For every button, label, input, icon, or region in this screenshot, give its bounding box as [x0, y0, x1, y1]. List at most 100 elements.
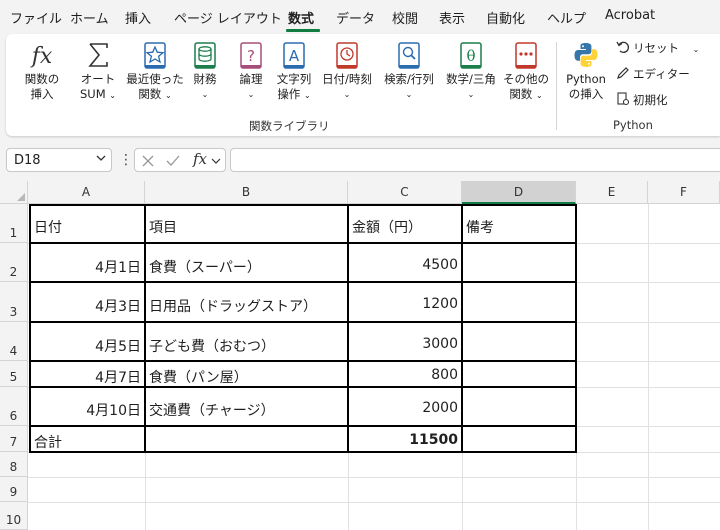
cancel-icon[interactable] [141, 154, 155, 168]
worksheet-grid[interactable]: A B C D E F 1 2 3 4 5 6 7 8 9 10 日付 項目 金… [0, 181, 720, 530]
cell-b3[interactable]: 日用品（ドラッグストア） [146, 296, 347, 316]
select-all-button[interactable] [0, 181, 28, 204]
row-header-10[interactable]: 10 [0, 502, 28, 530]
row-header-4[interactable]: 4 [0, 322, 28, 361]
tab-file[interactable]: ファイル [10, 8, 62, 27]
column-header-e[interactable]: E [576, 181, 648, 204]
cell-a3[interactable]: 4月3日 [31, 296, 144, 316]
cell-c7[interactable]: 11500 [349, 432, 461, 448]
cell-b4[interactable]: 子ども費（おむつ） [146, 336, 347, 356]
coins-book-icon [194, 42, 216, 69]
cell-a7[interactable]: 合計 [31, 432, 144, 452]
cell-c6[interactable]: 2000 [349, 400, 461, 416]
column-header-a[interactable]: A [28, 181, 145, 204]
financial-functions-button[interactable]: 財務 ⌄ [187, 40, 223, 102]
insert-function-label-1: 関数の [24, 72, 60, 86]
text-label-1: 文字列 [276, 72, 312, 86]
name-box[interactable]: D18 [6, 148, 112, 172]
insert-function-button[interactable]: fx 関数の 挿入 [18, 40, 66, 102]
cell-b5[interactable]: 食費（パン屋） [146, 367, 347, 387]
recent-label-1: 最近使った [126, 72, 184, 86]
text-functions-button[interactable]: A 文字列 操作 ⌄ [272, 40, 316, 103]
svg-text:?: ? [247, 47, 255, 65]
tab-insert[interactable]: 挿入 [125, 8, 151, 27]
column-header-d[interactable]: D [462, 181, 576, 204]
table-border [29, 242, 576, 244]
python-insert-button[interactable]: Python の挿入 [562, 40, 610, 102]
column-header-b[interactable]: B [145, 181, 348, 204]
row-header-7[interactable]: 7 [0, 426, 28, 452]
math-functions-button[interactable]: θ 数学/三角 ⌄ [442, 40, 500, 102]
cell-d1[interactable]: 備考 [463, 217, 575, 237]
cell-a1[interactable]: 日付 [31, 217, 144, 237]
recent-label-row: 関数 ⌄ [126, 87, 184, 103]
row-header-1[interactable]: 1 [0, 204, 28, 243]
more-label-1: その他の [503, 72, 549, 86]
tab-review[interactable]: 校閲 [392, 8, 418, 27]
formula-bar-resize-handle[interactable]: ⋮ [119, 152, 133, 168]
table-border [461, 204, 463, 453]
logical-functions-button[interactable]: ? 論理 ⌄ [233, 40, 269, 102]
table-border [29, 360, 576, 362]
tab-help[interactable]: ヘルプ [547, 8, 586, 27]
cell-b1[interactable]: 項目 [146, 217, 347, 237]
cell-c2[interactable]: 4500 [349, 257, 461, 273]
text-label-2: 操作 [277, 87, 301, 101]
chevron-down-icon [211, 158, 221, 164]
formula-buttons: fx [134, 148, 226, 172]
ribbon: fx 関数の 挿入 オート SUM ⌄ 最近使った 関数 ⌄ 財務 ⌄ ? 論理… [6, 34, 720, 136]
more-functions-button[interactable]: その他の 関数 ⌄ [503, 40, 549, 103]
row-number: 3 [9, 305, 18, 319]
row-header-2[interactable]: 2 [0, 243, 28, 282]
chevron-down-icon[interactable] [95, 152, 107, 164]
row-number: 5 [9, 370, 18, 384]
autosum-button[interactable]: オート SUM ⌄ [74, 40, 122, 103]
cell-c5[interactable]: 800 [349, 367, 461, 383]
cell-b2[interactable]: 食費（スーパー） [146, 257, 347, 277]
cell-a5[interactable]: 4月7日 [31, 367, 144, 387]
chevron-down-icon: ⌄ [343, 90, 351, 99]
tab-formulas[interactable]: 数式 [288, 8, 314, 27]
fx-icon: fx [30, 44, 53, 69]
datetime-functions-button[interactable]: 日付/時刻 ⌄ [319, 40, 375, 102]
lookup-functions-button[interactable]: 検索/行列 ⌄ [380, 40, 438, 102]
row-header-6[interactable]: 6 [0, 387, 28, 426]
gridline [28, 477, 720, 478]
tab-view[interactable]: 表示 [439, 8, 465, 27]
chevron-down-icon: ⌄ [247, 90, 255, 99]
python-reset-button[interactable]: リセット ⌄ [616, 40, 699, 56]
more-label-row: 関数 ⌄ [503, 87, 549, 103]
insert-function-fx-button[interactable]: fx [193, 150, 207, 168]
table-border [29, 281, 576, 283]
cell-a4[interactable]: 4月5日 [31, 336, 144, 356]
tab-acrobat[interactable]: Acrobat [605, 8, 655, 23]
row-header-8[interactable]: 8 [0, 452, 28, 477]
enter-check-icon[interactable] [165, 154, 181, 168]
tab-home[interactable]: ホーム [70, 8, 109, 27]
cell-a2[interactable]: 4月1日 [31, 257, 144, 277]
chevron-down-icon: ⌄ [109, 91, 116, 100]
row-header-9[interactable]: 9 [0, 477, 28, 502]
python-init-button[interactable]: 初期化 [616, 92, 668, 108]
tab-data[interactable]: データ [336, 8, 375, 27]
row-number: 6 [9, 409, 18, 423]
row-header-5[interactable]: 5 [0, 361, 28, 387]
cell-b6[interactable]: 交通費（チャージ） [146, 400, 347, 420]
cell-c4[interactable]: 3000 [349, 336, 461, 352]
text-label-row: 操作 ⌄ [272, 87, 316, 103]
row-header-3[interactable]: 3 [0, 282, 28, 322]
formula-bar: D18 ⋮ fx [0, 142, 720, 178]
tab-page-layout[interactable]: ページ レイアウト [174, 8, 282, 27]
python-editor-button[interactable]: エディター [616, 66, 690, 82]
cell-c3[interactable]: 1200 [349, 296, 461, 312]
column-header-c[interactable]: C [348, 181, 462, 204]
gridline [648, 204, 649, 530]
formula-input[interactable] [230, 148, 720, 172]
column-header-f[interactable]: F [648, 181, 720, 204]
row-number: 4 [9, 344, 18, 358]
recent-functions-button[interactable]: 最近使った 関数 ⌄ [126, 40, 184, 103]
chevron-down-icon: ⌄ [692, 45, 700, 54]
cell-a6[interactable]: 4月10日 [31, 400, 144, 420]
tab-automate[interactable]: 自動化 [486, 8, 525, 27]
cell-c1[interactable]: 金額（円） [349, 217, 461, 237]
